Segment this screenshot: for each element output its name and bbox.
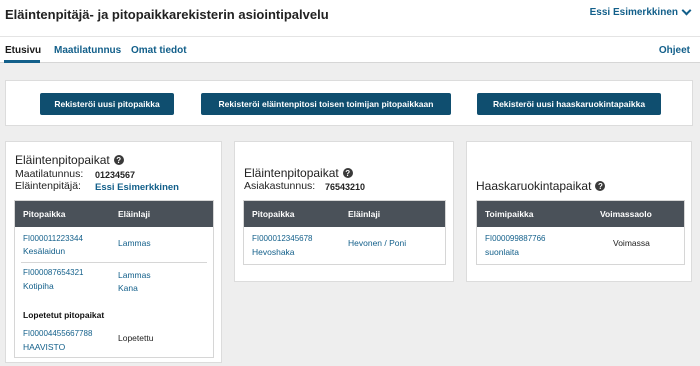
column-header: Pitopaikka — [252, 209, 295, 219]
help-icon[interactable]: ? — [595, 181, 606, 191]
help-icon[interactable]: ? — [113, 155, 124, 165]
customer-id-label: Asiakastunnus: — [244, 180, 316, 192]
carcass-feeding-title: Haaskaruokintapaikat — [476, 179, 592, 193]
help-link[interactable]: Ohjeet — [659, 45, 690, 56]
holdings-card: Eläintenpitopaikat ? Maatilatunnus: 0123… — [5, 141, 222, 363]
other-holdings-title: Eläintenpitopaikat — [244, 166, 339, 180]
keeper-label: Eläintenpitäjä: — [15, 180, 81, 192]
holding-name: Hevoshaka — [252, 247, 295, 257]
user-name[interactable]: Essi Esimerkkinen — [590, 7, 678, 18]
holdings-title: Eläintenpitopaikat — [15, 153, 110, 167]
holding-name: Kotipiha — [23, 281, 54, 291]
species: Kana — [118, 283, 138, 293]
actions-panel: Rekisteröi uusi pitopaikka Rekisteröi el… — [5, 80, 693, 126]
customer-id-value: 76543210 — [325, 182, 366, 192]
nav-bar: Etusivu Maatilatunnus Omat tiedot Ohjeet — [0, 36, 700, 63]
keeper-link[interactable]: Essi Esimerkkinen — [95, 182, 179, 193]
species: Hevonen / Poni — [348, 238, 407, 248]
column-header: Eläinlaji — [348, 209, 381, 219]
holding-id-link[interactable]: FI000012345678 — [252, 234, 313, 243]
species: Lammas — [118, 238, 151, 248]
active-tab-indicator — [4, 60, 40, 63]
register-carcass-feeding-button[interactable]: Rekisteröi uusi haaskaruokintapaikka — [477, 93, 661, 115]
other-holdings-table: Pitopaikka Eläinlaji FI000012345678 Hevo… — [243, 200, 446, 265]
farm-id-label: Maatilatunnus: — [15, 168, 84, 180]
chevron-down-icon[interactable] — [681, 5, 692, 16]
holdings-card-title: Eläintenpitopaikat ? — [15, 153, 124, 167]
tab-omat-tiedot[interactable]: Omat tiedot — [131, 45, 187, 56]
app-title: Eläintenpitäjä- ja pitopaikkarekisterin … — [5, 7, 329, 22]
user-menu[interactable]: Essi Esimerkkinen — [590, 5, 692, 18]
holding-id-link[interactable]: FI000011223344 — [23, 234, 83, 243]
register-to-other-holding-button[interactable]: Rekisteröi eläintenpitosi toisen toimija… — [201, 93, 451, 115]
register-new-holding-button[interactable]: Rekisteröi uusi pitopaikka — [40, 93, 174, 115]
site-id-link[interactable]: FI000099887766 — [485, 234, 546, 243]
tab-maatilatunnus[interactable]: Maatilatunnus — [54, 45, 121, 56]
carcass-feeding-card: Haaskaruokintapaikat ? Toimipaikka Voima… — [466, 141, 692, 282]
column-header: Toimipaikka — [485, 209, 534, 219]
site-name: suonlaita — [485, 247, 520, 257]
holding-id-link[interactable]: FI00004455667788 — [23, 329, 92, 338]
holdings-table: Pitopaikka Eläinlaji FI000011223344 Kesä… — [14, 200, 214, 358]
holding-id-link[interactable]: FI000087654321 — [23, 268, 84, 277]
table-header: Pitopaikka Eläinlaji — [244, 201, 445, 227]
species: Lammas — [118, 270, 151, 280]
other-holdings-card: Eläintenpitopaikat ? Asiakastunnus: 7654… — [234, 141, 454, 282]
ended-holdings-heading: Lopetetut pitopaikat — [23, 310, 105, 320]
validity-status: Voimassa — [613, 238, 650, 248]
help-icon[interactable]: ? — [342, 168, 353, 178]
other-holdings-card-title: Eläintenpitopaikat ? — [244, 166, 353, 180]
holding-name: HAAVISTO — [23, 342, 66, 352]
table-header: Pitopaikka Eläinlaji — [15, 201, 213, 227]
column-header: Pitopaikka — [23, 209, 66, 219]
row-divider — [21, 262, 207, 263]
tab-etusivu[interactable]: Etusivu — [5, 45, 41, 56]
column-header: Voimassaolo — [600, 209, 652, 219]
carcass-feeding-card-title: Haaskaruokintapaikat ? — [476, 179, 606, 193]
column-header: Eläinlaji — [118, 209, 151, 219]
table-header: Toimipaikka Voimassaolo — [477, 201, 684, 227]
holding-status: Lopetettu — [118, 333, 154, 343]
holding-name: Kesälaidun — [23, 246, 66, 256]
farm-id-value: 01234567 — [95, 170, 136, 180]
top-bar: Eläintenpitäjä- ja pitopaikkarekisterin … — [0, 0, 700, 36]
carcass-feeding-table: Toimipaikka Voimassaolo FI000099887766 s… — [476, 200, 685, 265]
